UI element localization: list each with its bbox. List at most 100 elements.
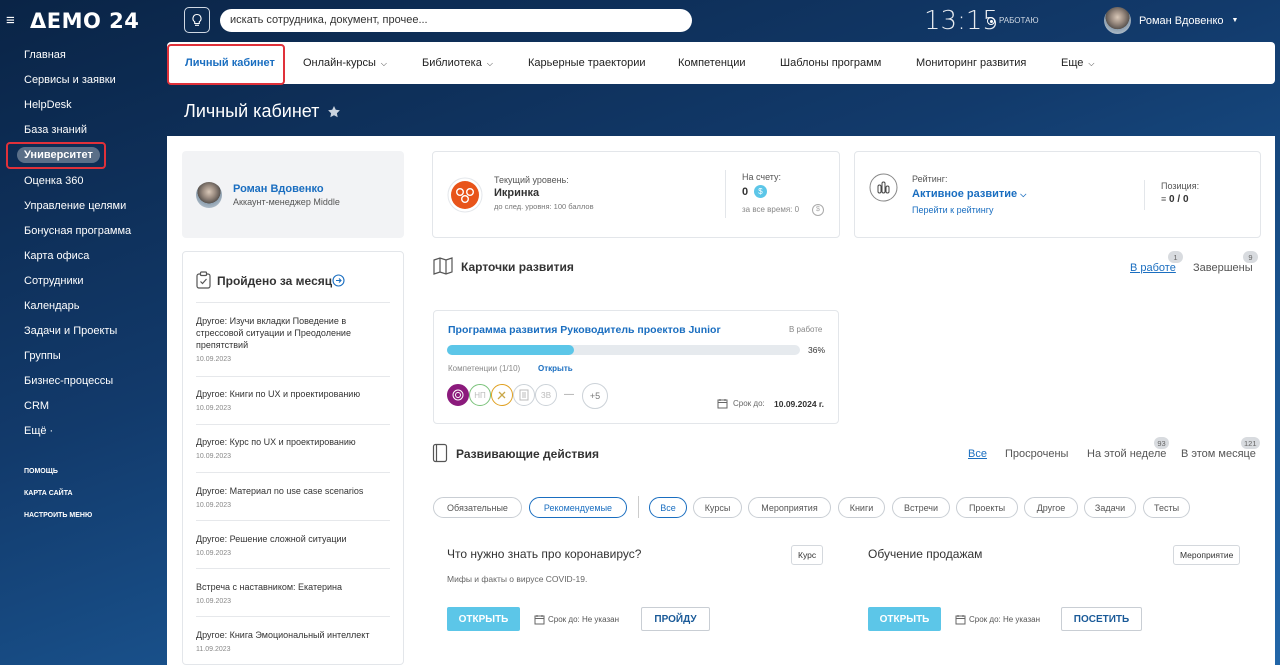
sidebar-item-services[interactable]: Сервисы и заявки <box>24 74 116 86</box>
list-item[interactable]: Другое: Книги по UX и проектированию 10.0… <box>196 388 390 415</box>
nav-competencies[interactable]: Компетенции <box>678 57 746 69</box>
sidebar-item-office-map[interactable]: Карта офиса <box>24 250 89 262</box>
nav-more[interactable]: Еще ⌵ <box>1061 57 1094 69</box>
logo[interactable]: ΔEMO 24 <box>30 9 139 33</box>
tab-in-work[interactable]: В работе <box>1130 262 1176 274</box>
item-text: Другое: Курс по UX и проектированию <box>196 437 356 447</box>
program-title[interactable]: Программа развития Руководитель проектов… <box>448 324 721 336</box>
item-date: 10.09.2023 <box>196 405 232 412</box>
sidebar-item-more[interactable]: Ещё · <box>24 425 53 437</box>
list-item[interactable]: Встреча с наставником: Екатерина 10.09.20… <box>196 581 390 608</box>
sidebar-item-360[interactable]: Оценка 360 <box>24 175 84 187</box>
sidebar-item-groups[interactable]: Группы <box>24 350 61 362</box>
sidebar-item-bonus[interactable]: Бонусная программа <box>24 225 131 237</box>
filter-all[interactable]: Все <box>649 497 687 518</box>
list-item[interactable]: Другое: Изучи вкладки Поведение в стресс… <box>196 315 390 366</box>
sidebar-item-employees[interactable]: Сотрудники <box>24 275 84 287</box>
account-label: На счету: <box>742 172 782 182</box>
rating-icon <box>869 173 898 202</box>
sidebar-item-calendar[interactable]: Календарь <box>24 300 80 312</box>
progress-label: 36% <box>808 345 826 355</box>
tab-done[interactable]: Завершены <box>1193 262 1253 274</box>
sitemap-link[interactable]: КАРТА САЙТА <box>24 490 73 497</box>
competency-doc-icon[interactable] <box>513 384 535 406</box>
sidebar-item-goals[interactable]: Управление целями <box>24 200 126 212</box>
sidebar-item-helpdesk[interactable]: HelpDesk <box>24 99 72 111</box>
arrow-right-circle-icon[interactable] <box>332 274 345 287</box>
user-menu[interactable]: Роман Вдовенко ▼ <box>1104 7 1238 34</box>
open-button[interactable]: ОТКРЫТЬ <box>447 607 520 631</box>
filter-books[interactable]: Книги <box>838 497 885 518</box>
competency-tools-icon[interactable] <box>491 384 513 406</box>
filter-tests[interactable]: Тесты <box>1143 497 1190 518</box>
nav-courses[interactable]: Онлайн-курсы ⌵ <box>303 57 387 69</box>
filter-projects[interactable]: Проекты <box>956 497 1018 518</box>
star-icon[interactable] <box>327 105 341 119</box>
level-value: Икринка <box>494 187 540 199</box>
competency-avatar[interactable]: НП <box>469 384 491 406</box>
tab-this-week[interactable]: На этой неделе <box>1087 448 1166 460</box>
filter-recommended[interactable]: Рекомендуемые <box>529 497 627 518</box>
top-nav: Личный кабинет Онлайн-курсы ⌵ Библиотека ⌵… <box>167 42 1275 84</box>
rating-link[interactable]: Перейти к рейтингу <box>912 205 994 215</box>
sidebar-item-knowledge[interactable]: База знаний <box>24 124 87 136</box>
menu-icon[interactable]: ≡ <box>6 12 15 29</box>
nav-templates[interactable]: Шаблоны программ <box>780 57 881 69</box>
search-input[interactable]: искать сотрудника, документ, прочее... <box>220 9 692 32</box>
filter-meetings[interactable]: Встречи <box>892 497 950 518</box>
book-icon <box>432 443 448 463</box>
filter-courses[interactable]: Курсы <box>693 497 742 518</box>
pass-button[interactable]: ПРОЙДУ <box>641 607 710 631</box>
filter-mandatory[interactable]: Обязательные <box>433 497 522 518</box>
action-type-tag: Мероприятие <box>1173 545 1241 565</box>
filter-other[interactable]: Другое <box>1024 497 1078 518</box>
sidebar-item-main[interactable]: Главная <box>24 49 66 61</box>
more-competencies[interactable]: +5 <box>582 383 608 409</box>
rating-value: Активное развитие <box>912 188 1018 200</box>
avatar[interactable] <box>196 182 222 208</box>
nav-library[interactable]: Библиотека ⌵ <box>422 57 493 69</box>
competency-avatar[interactable]: ЗВ <box>535 384 557 406</box>
filter-events[interactable]: Мероприятия <box>748 497 831 518</box>
sidebar-item-crm[interactable]: CRM <box>24 400 49 412</box>
action-title[interactable]: Обучение продажам <box>868 547 982 561</box>
position-label: Позиция: <box>1161 181 1200 191</box>
list-icon: ≡ <box>1161 194 1167 204</box>
filter-tasks[interactable]: Задачи <box>1084 497 1136 518</box>
sidebar-item-bp[interactable]: Бизнес-процессы <box>24 375 113 387</box>
work-status[interactable]: РАБОТАЮ <box>987 16 1039 25</box>
divider <box>196 302 390 303</box>
attend-button[interactable]: ПОСЕТИТЬ <box>1061 607 1142 631</box>
list-item[interactable]: Другое: Курс по UX и проектированию 10.09… <box>196 436 390 463</box>
sidebar-item-tasks[interactable]: Задачи и Проекты <box>24 325 117 337</box>
help-link[interactable]: ПОМОЩЬ <box>24 468 58 475</box>
divider <box>196 376 390 377</box>
tab-all[interactable]: Все <box>968 448 987 460</box>
status-label: РАБОТАЮ <box>999 16 1039 25</box>
action-title[interactable]: Что нужно знать про коронавирус? <box>447 547 641 561</box>
list-item[interactable]: Другое: Материал no use case scenarios 10… <box>196 485 390 512</box>
user-name: Роман Вдовенко <box>1139 14 1224 27</box>
profile-name[interactable]: Роман Вдовенко <box>233 183 324 195</box>
action-deadline: Срок до: Не указан <box>548 615 619 624</box>
lightbulb-icon[interactable] <box>184 7 210 33</box>
list-item[interactable]: Другое: Решение сложной ситуации 10.09.20… <box>196 533 390 560</box>
divider <box>725 170 726 218</box>
configure-menu-link[interactable]: НАСТРОИТЬ МЕНЮ <box>24 512 92 519</box>
avatar <box>1104 7 1131 34</box>
divider <box>196 520 390 521</box>
list-item[interactable]: Другое: Книга Эмоциональный интеллект 11.… <box>196 629 390 656</box>
item-date: 11.09.2023 <box>196 646 231 653</box>
tab-overdue[interactable]: Просрочены <box>1005 448 1068 460</box>
competency-target-icon[interactable] <box>447 384 469 406</box>
program-status: В работе <box>789 325 823 334</box>
rating-label: Рейтинг: <box>912 174 948 184</box>
tab-this-month[interactable]: В этом месяце <box>1181 448 1256 460</box>
competencies-open-link[interactable]: Открыть <box>538 364 573 373</box>
level-next: до след. уровня: 100 баллов <box>494 202 594 211</box>
nav-career[interactable]: Карьерные траектории <box>528 57 646 69</box>
nav-monitoring[interactable]: Мониторинг развития <box>916 57 1026 69</box>
open-button[interactable]: ОТКРЫТЬ <box>868 607 941 631</box>
chevron-down-icon: ⌵ <box>1020 190 1027 199</box>
rating-dropdown[interactable]: Активное развитие ⌵ <box>912 188 1026 200</box>
